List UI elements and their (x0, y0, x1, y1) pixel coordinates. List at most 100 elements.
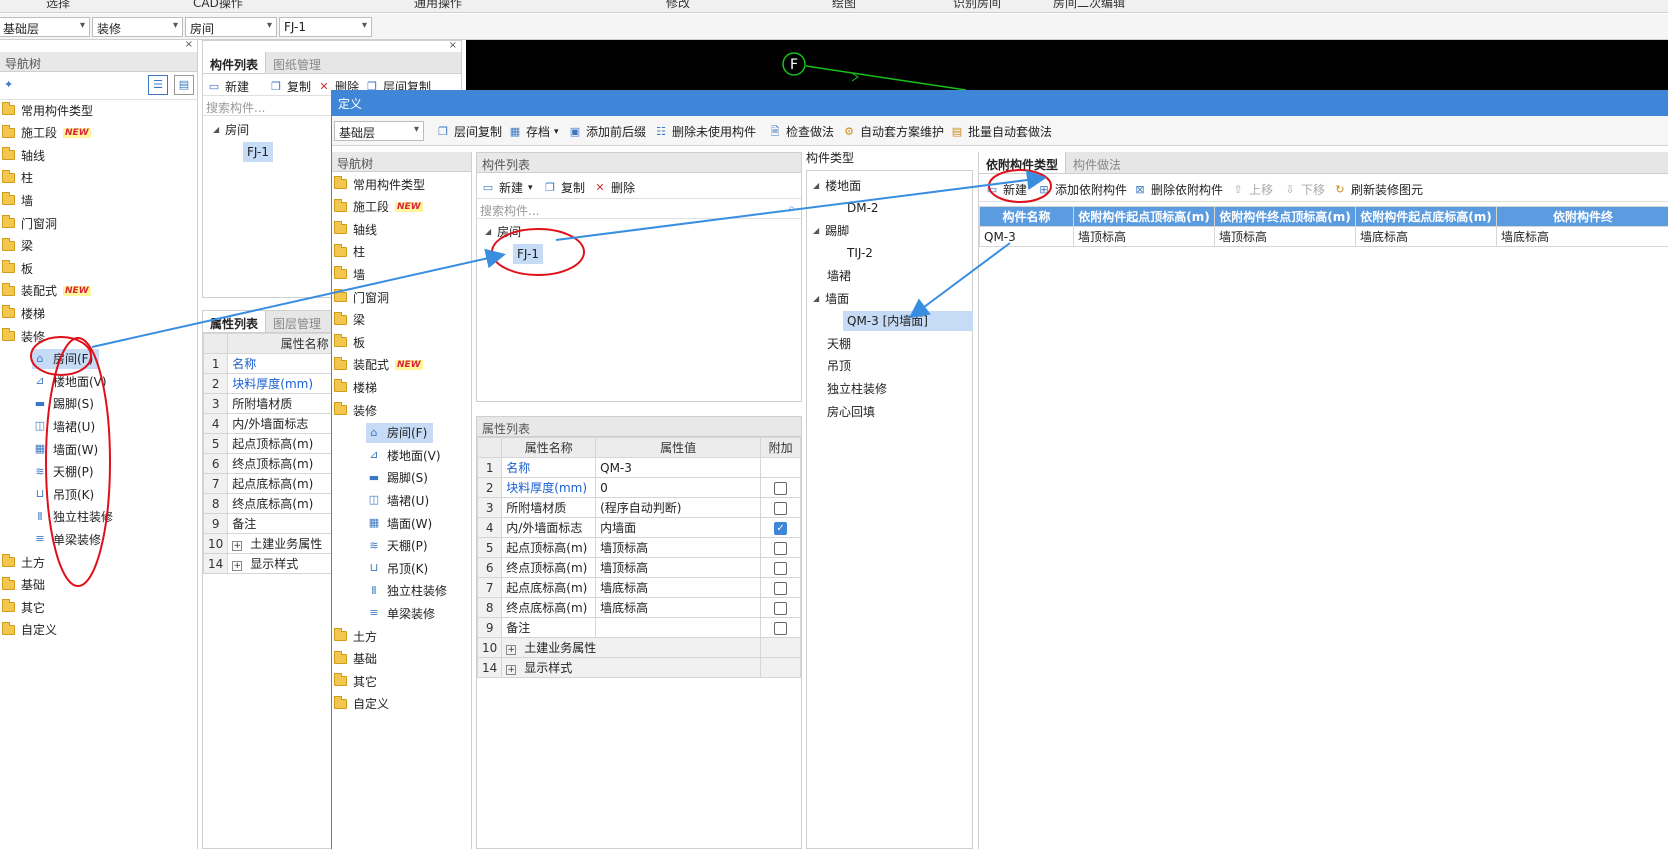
component-select[interactable]: FJ-1 (279, 17, 372, 37)
prop-value[interactable]: 墙底标高 (595, 597, 762, 618)
type-select[interactable]: 房间 (185, 17, 277, 37)
prop-value[interactable]: 0 (595, 477, 762, 498)
close-icon[interactable]: × (203, 41, 461, 52)
nav-item[interactable]: 梁 (2, 236, 33, 256)
nav-item[interactable]: 门窗洞 (2, 213, 57, 233)
dialog-nav-item[interactable]: 装配式 NEW (334, 355, 423, 375)
nav-subitem[interactable]: ⊔ 吊顶(K) (32, 484, 100, 504)
nav-item[interactable]: 施工段 NEW (2, 123, 91, 143)
dialog-nav-subitem[interactable]: ◫ 墙裙(U) (366, 490, 435, 510)
type-item[interactable]: 独立柱装修 (827, 378, 887, 398)
type-item[interactable]: 房心回填 (827, 401, 875, 421)
nav-subitem[interactable]: ⊿ 楼地面(V) (32, 371, 113, 391)
dialog-nav-item[interactable]: 轴线 (334, 219, 377, 239)
type-item[interactable]: ◢ 踢脚 (813, 220, 849, 240)
dialog-nav-subitem[interactable]: ⌂ 房间(F) (366, 422, 434, 443)
move-up-button[interactable]: ⇧ 上移 (1231, 181, 1273, 198)
nav-item[interactable]: 装配式 NEW (2, 281, 91, 301)
checkbox[interactable] (774, 601, 788, 615)
menu-draw[interactable]: 绘图 (832, 0, 856, 11)
type-item[interactable]: 吊顶 (827, 356, 851, 376)
dialog-nav-item[interactable]: 楼梯 (334, 377, 377, 397)
nav-item[interactable]: 土方 (2, 552, 45, 572)
dialog-nav-subitem[interactable]: ▦ 墙面(W) (366, 513, 438, 533)
menu-general[interactable]: 通用操作 (414, 0, 462, 11)
prop-value[interactable]: (程序自动判断) (595, 497, 762, 518)
dialog-search-input[interactable]: 搜索构件... (480, 204, 539, 218)
expand-icon[interactable]: ◢ (813, 294, 819, 303)
expand-plus-icon[interactable]: + (232, 541, 243, 551)
prop-value[interactable]: 内墙面 (595, 517, 762, 538)
dialog-floor-select[interactable]: 基础层 (334, 121, 424, 141)
nav-item[interactable]: 楼梯 (2, 303, 45, 323)
tab-dependent-type[interactable]: 依附构件类型 (979, 152, 1067, 173)
dialog-nav-item[interactable]: 梁 (334, 310, 365, 330)
table-row[interactable]: 14 + 显示样式 (476, 657, 801, 678)
tab-component-list[interactable]: 构件列表 (203, 52, 267, 73)
tab-layer-manage[interactable]: 图层管理 (266, 311, 328, 332)
type-item[interactable]: 天棚 (827, 333, 851, 353)
type-item[interactable]: DM-2 (843, 198, 973, 218)
table-row[interactable]: 6 终点顶标高(m) 墙顶标高 (476, 557, 801, 578)
dialog-tree-room[interactable]: 房间 (497, 223, 521, 240)
list-view-icon[interactable]: ☰ (148, 75, 168, 95)
prop-value[interactable]: 墙顶标高 (595, 557, 762, 578)
nav-item[interactable]: 板 (2, 258, 33, 278)
dialog-copy-button[interactable]: ❐ 复制 (543, 179, 585, 196)
checkbox[interactable] (774, 481, 788, 495)
menu-modify[interactable]: 修改 (666, 0, 690, 11)
expand-icon[interactable]: ◢ (813, 181, 819, 190)
checkbox[interactable] (774, 561, 788, 575)
nav-subitem[interactable]: ▬ 踢脚(S) (32, 394, 100, 414)
dialog-nav-subitem[interactable]: ⊔ 吊顶(K) (366, 558, 434, 578)
prop-value[interactable]: 墙底标高 (595, 577, 762, 598)
table-row[interactable]: 8终点底标高(m)墙 (203, 493, 331, 514)
table-row[interactable]: 1名称C (203, 353, 331, 374)
table-row[interactable]: 5起点顶标高(m)墙 (203, 433, 331, 454)
expand-plus-icon[interactable]: + (506, 645, 517, 655)
dialog-tree-fj1[interactable]: FJ-1 (513, 244, 543, 264)
menu-room-edit[interactable]: 房间二次编辑 (1053, 0, 1125, 11)
nav-item[interactable]: 轴线 (2, 145, 45, 165)
grid-view-icon[interactable]: ▤ (174, 75, 194, 95)
table-row[interactable]: 10 + 土建业务属性 (476, 637, 801, 658)
table-row[interactable]: 3所附墙材质( (203, 393, 331, 414)
dialog-nav-item[interactable]: 基础 (334, 649, 377, 669)
nav-item[interactable]: 其它 (2, 597, 45, 617)
table-row[interactable]: 9 备注 (203, 513, 331, 534)
expand-plus-icon[interactable]: + (506, 665, 517, 675)
menu-identify-room[interactable]: 识别房间 (953, 0, 1001, 11)
check-method-button[interactable]: 🗎 检查做法 (768, 123, 834, 140)
table-row[interactable]: 4内/外墙面标志内 (203, 413, 331, 434)
table-row[interactable]: 2块料厚度(mm)0 (476, 477, 801, 498)
table-row[interactable]: 1 名称 QM-3 (476, 457, 801, 478)
dialog-nav-item[interactable]: 土方 (334, 626, 377, 646)
checkbox[interactable] (774, 501, 788, 515)
dialog-nav-item[interactable]: 其它 (334, 671, 377, 691)
prop-value[interactable]: QM-3 (595, 457, 762, 478)
drawing-canvas[interactable]: F (466, 40, 1668, 90)
table-row[interactable]: 3 所附墙材质 (程序自动判断) (476, 497, 801, 518)
expand-icon[interactable]: ◢ (813, 226, 819, 235)
dialog-nav-subitem[interactable]: ≡ 单梁装修 (366, 603, 441, 623)
dialog-nav-item[interactable]: 施工段 NEW (334, 197, 423, 217)
batch-auto-button[interactable]: ▤ 批量自动套做法 (950, 123, 1052, 140)
table-row[interactable]: 5 起点顶标高(m) 墙顶标高 (476, 537, 801, 558)
dialog-nav-item[interactable]: 板 (334, 332, 365, 352)
archive-button[interactable]: ▦ 存档 ▾ (508, 123, 559, 140)
table-row[interactable]: 14 + 显示样式 (203, 553, 331, 574)
nav-item[interactable]: 常用构件类型 (2, 100, 93, 120)
type-item[interactable]: TIJ-2 (843, 243, 973, 263)
type-item[interactable]: QM-3 [内墙面] (843, 310, 973, 331)
copy-button[interactable]: ❐ 复制 (269, 78, 311, 95)
add-dependent-button[interactable]: ⊞ 添加依附构件 (1037, 181, 1127, 198)
dep-new-button[interactable]: ▭ 新建 (985, 181, 1027, 198)
add-prefix-button[interactable]: ▣ 添加前后缀 (568, 123, 646, 140)
new-button[interactable]: ▭ 新建 (207, 78, 249, 95)
checkbox[interactable] (774, 621, 788, 635)
nav-subitem[interactable]: ⌂ 房间(F) (32, 348, 100, 369)
auto-scheme-button[interactable]: ⚙ 自动套方案维护 (842, 123, 944, 140)
dialog-nav-subitem[interactable]: ⊿ 楼地面(V) (366, 445, 447, 465)
category-select[interactable]: 装修 (92, 17, 183, 37)
checkbox-checked[interactable]: ✓ (774, 521, 788, 535)
